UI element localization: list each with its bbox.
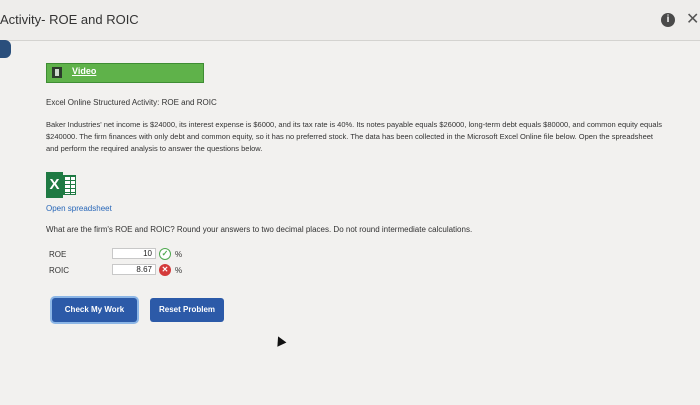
problem-text: Baker Industries' net income is $24000, …	[46, 120, 662, 153]
roic-input[interactable]	[112, 264, 156, 275]
check-my-work-button[interactable]: Check My Work	[52, 298, 137, 322]
title-bar: Activity- ROE and ROIC i ✕	[0, 0, 700, 41]
roe-label: ROE	[49, 250, 67, 259]
correct-check-icon: ✓	[159, 248, 171, 260]
open-spreadsheet-link[interactable]: Open spreadsheet	[46, 204, 112, 213]
video-icon	[52, 67, 62, 78]
video-button[interactable]: Video	[46, 63, 204, 83]
roic-unit: %	[175, 266, 183, 275]
roe-input[interactable]	[112, 248, 156, 259]
excel-icon[interactable]: X	[46, 172, 76, 198]
roic-label: ROIC	[49, 266, 69, 275]
close-icon[interactable]: ✕	[686, 9, 699, 29]
info-icon[interactable]: i	[661, 13, 675, 27]
activity-heading: Excel Online Structured Activity: ROE an…	[46, 98, 217, 107]
side-panel-tab[interactable]	[0, 40, 11, 58]
mouse-cursor-icon	[273, 334, 287, 347]
reset-problem-button[interactable]: Reset Problem	[150, 298, 224, 322]
question-text: What are the firm's ROE and ROIC? Round …	[46, 225, 473, 234]
video-label: Video	[72, 66, 97, 76]
incorrect-x-icon: ✕	[159, 264, 171, 276]
window-title: Activity- ROE and ROIC	[0, 12, 139, 27]
roe-unit: %	[175, 250, 183, 259]
